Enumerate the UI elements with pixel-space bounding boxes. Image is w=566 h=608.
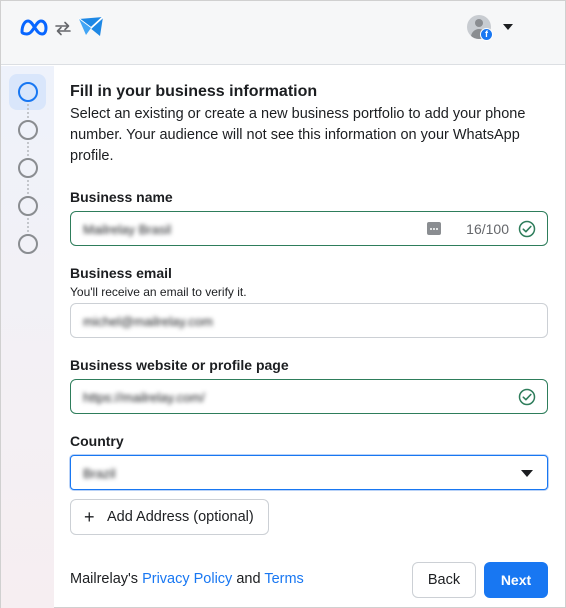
business-name-value: Mailrelay Brasil: [83, 222, 172, 237]
top-bar: f: [1, 1, 565, 65]
country-value: Brazil: [83, 466, 116, 481]
terms-link[interactable]: Terms: [264, 571, 303, 587]
sync-icon: [55, 21, 71, 36]
step-3-indicator: [18, 158, 38, 178]
country-select[interactable]: Brazil: [70, 455, 548, 490]
step-connector: [27, 218, 29, 232]
add-address-button[interactable]: + Add Address (optional): [70, 499, 269, 535]
account-menu-button[interactable]: f: [467, 15, 517, 43]
step-4-indicator: [18, 196, 38, 216]
website-label: Business website or profile page: [70, 357, 289, 373]
add-address-label: Add Address (optional): [107, 509, 254, 525]
step-connector: [27, 180, 29, 194]
business-email-label: Business email: [70, 265, 172, 281]
step-2-indicator: [18, 120, 38, 140]
whatsapp-signup-window: f Fill in your business information Sele…: [0, 0, 566, 608]
character-counter: 16/100: [466, 221, 509, 237]
step-5-indicator: [18, 234, 38, 254]
dropdown-arrow-icon: [521, 470, 533, 477]
website-field[interactable]: https://mailrelay.com/: [70, 379, 548, 414]
check-circle-icon: [518, 220, 536, 238]
step-1-indicator: [18, 82, 38, 102]
privacy-policy-link[interactable]: Privacy Policy: [142, 571, 232, 587]
chevron-down-icon: [503, 24, 513, 30]
legal-footer: Mailrelay's Privacy Policy and Terms: [70, 571, 304, 587]
business-name-label: Business name: [70, 189, 173, 205]
mailrelay-logo-icon: [78, 16, 104, 36]
footer-prefix: Mailrelay's: [70, 571, 143, 587]
business-email-hint: You'll receive an email to verify it.: [70, 285, 247, 299]
facebook-badge-icon: f: [480, 28, 493, 41]
business-name-field[interactable]: Mailrelay Brasil 16/100: [70, 211, 548, 246]
autofill-icon[interactable]: [427, 222, 441, 235]
business-email-field[interactable]: michel@mailrelay.com: [70, 303, 548, 338]
footer-and: and: [232, 571, 265, 587]
next-button[interactable]: Next: [484, 562, 548, 598]
meta-logo-icon: [20, 19, 48, 36]
back-button[interactable]: Back: [412, 562, 476, 598]
page-title: Fill in your business information: [70, 83, 318, 100]
plus-icon: +: [84, 507, 95, 527]
business-email-value: michel@mailrelay.com: [83, 314, 213, 329]
website-value: https://mailrelay.com/: [83, 390, 205, 405]
intro-text: Select an existing or create a new busin…: [70, 106, 526, 164]
progress-stepper: [1, 66, 54, 608]
check-circle-icon: [518, 388, 536, 406]
country-label: Country: [70, 433, 124, 449]
step-connector: [27, 104, 29, 118]
step-connector: [27, 142, 29, 156]
